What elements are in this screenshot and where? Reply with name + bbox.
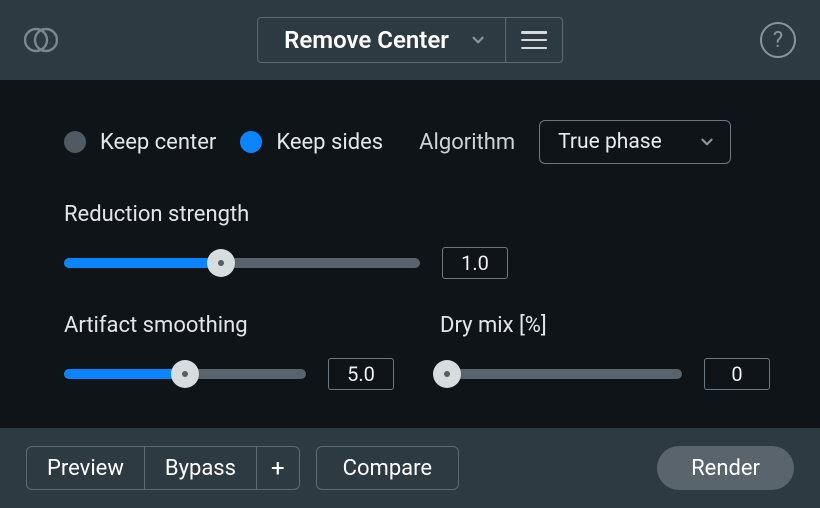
reduction-strength-label: Reduction strength — [64, 202, 756, 227]
algorithm-dropdown[interactable]: True phase — [539, 120, 731, 164]
plugin-logo-icon — [24, 23, 58, 57]
keep-sides-radio[interactable]: Keep sides — [240, 130, 383, 155]
dry-mix-value[interactable]: 0 — [704, 358, 770, 390]
reduction-strength-slider[interactable] — [64, 258, 420, 268]
slider-thumb[interactable] — [171, 360, 199, 388]
main-panel: Keep center Keep sides Algorithm True ph… — [0, 80, 820, 428]
drymix-row: 0 — [440, 358, 770, 390]
algorithm-label: Algorithm — [419, 130, 515, 155]
menu-button[interactable] — [506, 18, 562, 62]
radio-dot-icon — [240, 131, 262, 153]
algorithm-value: True phase — [558, 130, 662, 154]
preview-button[interactable]: Preview — [27, 447, 144, 489]
app-root: Remove Center ? Keep center Keep sides — [0, 0, 820, 508]
reduction-strength-value[interactable]: 1.0 — [442, 247, 508, 279]
render-button[interactable]: Render — [657, 446, 794, 490]
title-group: Remove Center — [257, 17, 563, 63]
artifact-smoothing-label: Artifact smoothing — [64, 313, 394, 338]
preset-title: Remove Center — [284, 26, 449, 54]
hamburger-icon — [521, 31, 547, 49]
slider-fill — [64, 369, 185, 379]
preset-select[interactable]: Remove Center — [258, 18, 506, 62]
slider-thumb[interactable] — [207, 249, 235, 277]
dry-mix-slider[interactable] — [440, 369, 682, 379]
artifact-row: 5.0 — [64, 358, 394, 390]
chevron-down-icon — [698, 133, 716, 151]
reduction-row: 1.0 — [64, 247, 756, 279]
slider-fill — [64, 258, 221, 268]
artifact-smoothing-value[interactable]: 5.0 — [328, 358, 394, 390]
artifact-smoothing-slider[interactable] — [64, 369, 306, 379]
top-bar: Remove Center ? — [0, 0, 820, 80]
help-icon: ? — [773, 28, 783, 53]
preview-group: Preview Bypass + — [26, 446, 300, 490]
compare-button[interactable]: Compare — [316, 446, 459, 490]
artifact-block: Artifact smoothing 5.0 — [64, 313, 394, 390]
bottom-bar: Preview Bypass + Compare Render — [0, 428, 820, 508]
row3: Artifact smoothing 5.0 Dry mix [%] — [64, 313, 756, 390]
keep-sides-label: Keep sides — [276, 130, 383, 155]
keep-center-radio[interactable]: Keep center — [64, 130, 216, 155]
keep-center-label: Keep center — [100, 130, 216, 155]
radio-dot-icon — [64, 131, 86, 153]
bypass-button[interactable]: Bypass — [144, 447, 256, 489]
add-button[interactable]: + — [256, 447, 299, 489]
drymix-block: Dry mix [%] 0 — [440, 313, 770, 390]
chevron-down-icon — [469, 31, 487, 49]
help-button[interactable]: ? — [760, 22, 796, 58]
reduction-block: Reduction strength 1.0 — [64, 202, 756, 279]
mode-row: Keep center Keep sides Algorithm True ph… — [64, 120, 756, 164]
dry-mix-label: Dry mix [%] — [440, 313, 770, 338]
slider-thumb[interactable] — [433, 360, 461, 388]
